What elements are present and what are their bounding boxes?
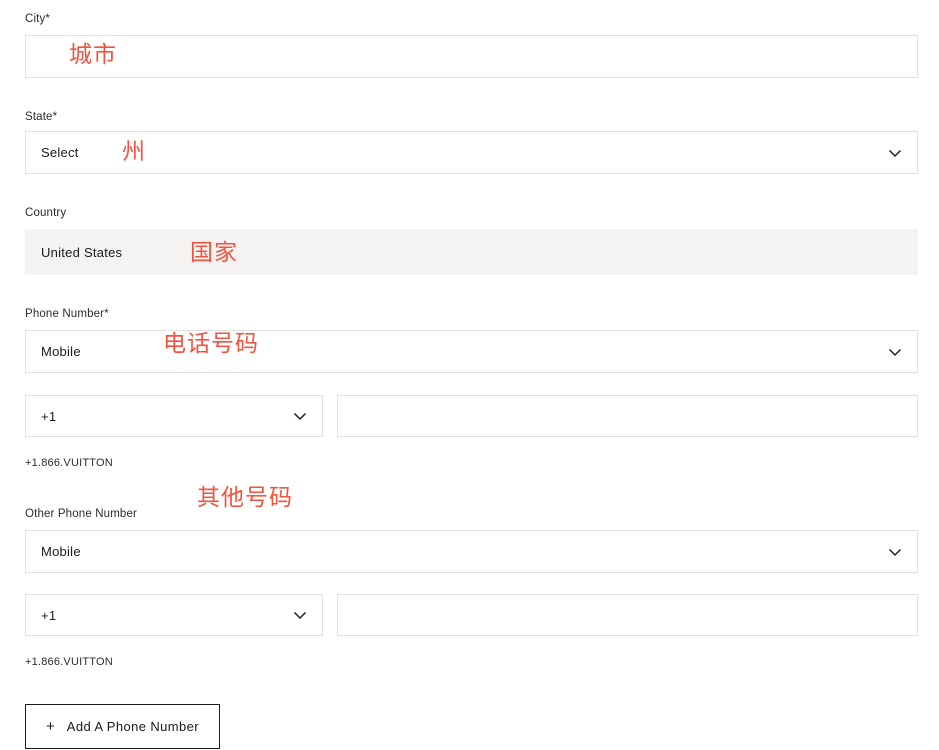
city-input[interactable]: [25, 35, 918, 78]
chevron-down-icon: [887, 145, 903, 161]
phone-other-country-code-value: +1: [41, 607, 57, 623]
phone-number-type-value: Mobile: [41, 344, 81, 359]
country-field: United States: [25, 229, 918, 275]
phone-primary-country-code-select[interactable]: +1: [25, 395, 323, 437]
phone-other-country-code-select[interactable]: +1: [25, 594, 323, 636]
phone-number-label: Phone Number*: [25, 308, 109, 320]
city-label: City*: [25, 13, 51, 25]
phone-primary-country-code-value: +1: [41, 408, 57, 424]
other-phone-number-label: Other Phone Number: [25, 508, 138, 520]
chevron-down-icon: [887, 544, 903, 560]
state-label: State*: [25, 111, 58, 123]
phone-other-number-input[interactable]: [337, 594, 918, 636]
chevron-down-icon: [292, 607, 308, 623]
phone-primary-hint: +1.866.VUITTON: [25, 457, 113, 469]
other-phone-number-type-select[interactable]: Mobile: [25, 530, 918, 573]
country-label: Country: [25, 207, 67, 219]
phone-primary-number-input[interactable]: [337, 395, 918, 437]
add-phone-number-button[interactable]: + Add A Phone Number: [25, 704, 220, 749]
chevron-down-icon: [887, 344, 903, 360]
other-phone-number-annotation: 其他号码: [197, 485, 293, 511]
state-select[interactable]: Select: [25, 131, 918, 174]
country-field-value: United States: [41, 244, 123, 260]
add-phone-number-button-label: Add A Phone Number: [66, 719, 199, 734]
chevron-down-icon: [292, 408, 308, 424]
other-phone-number-type-value: Mobile: [41, 544, 81, 559]
phone-number-type-select[interactable]: Mobile: [25, 330, 918, 373]
plus-icon: +: [46, 718, 55, 735]
state-select-value: Select: [41, 145, 79, 160]
phone-other-hint: +1.866.VUITTON: [25, 656, 113, 668]
